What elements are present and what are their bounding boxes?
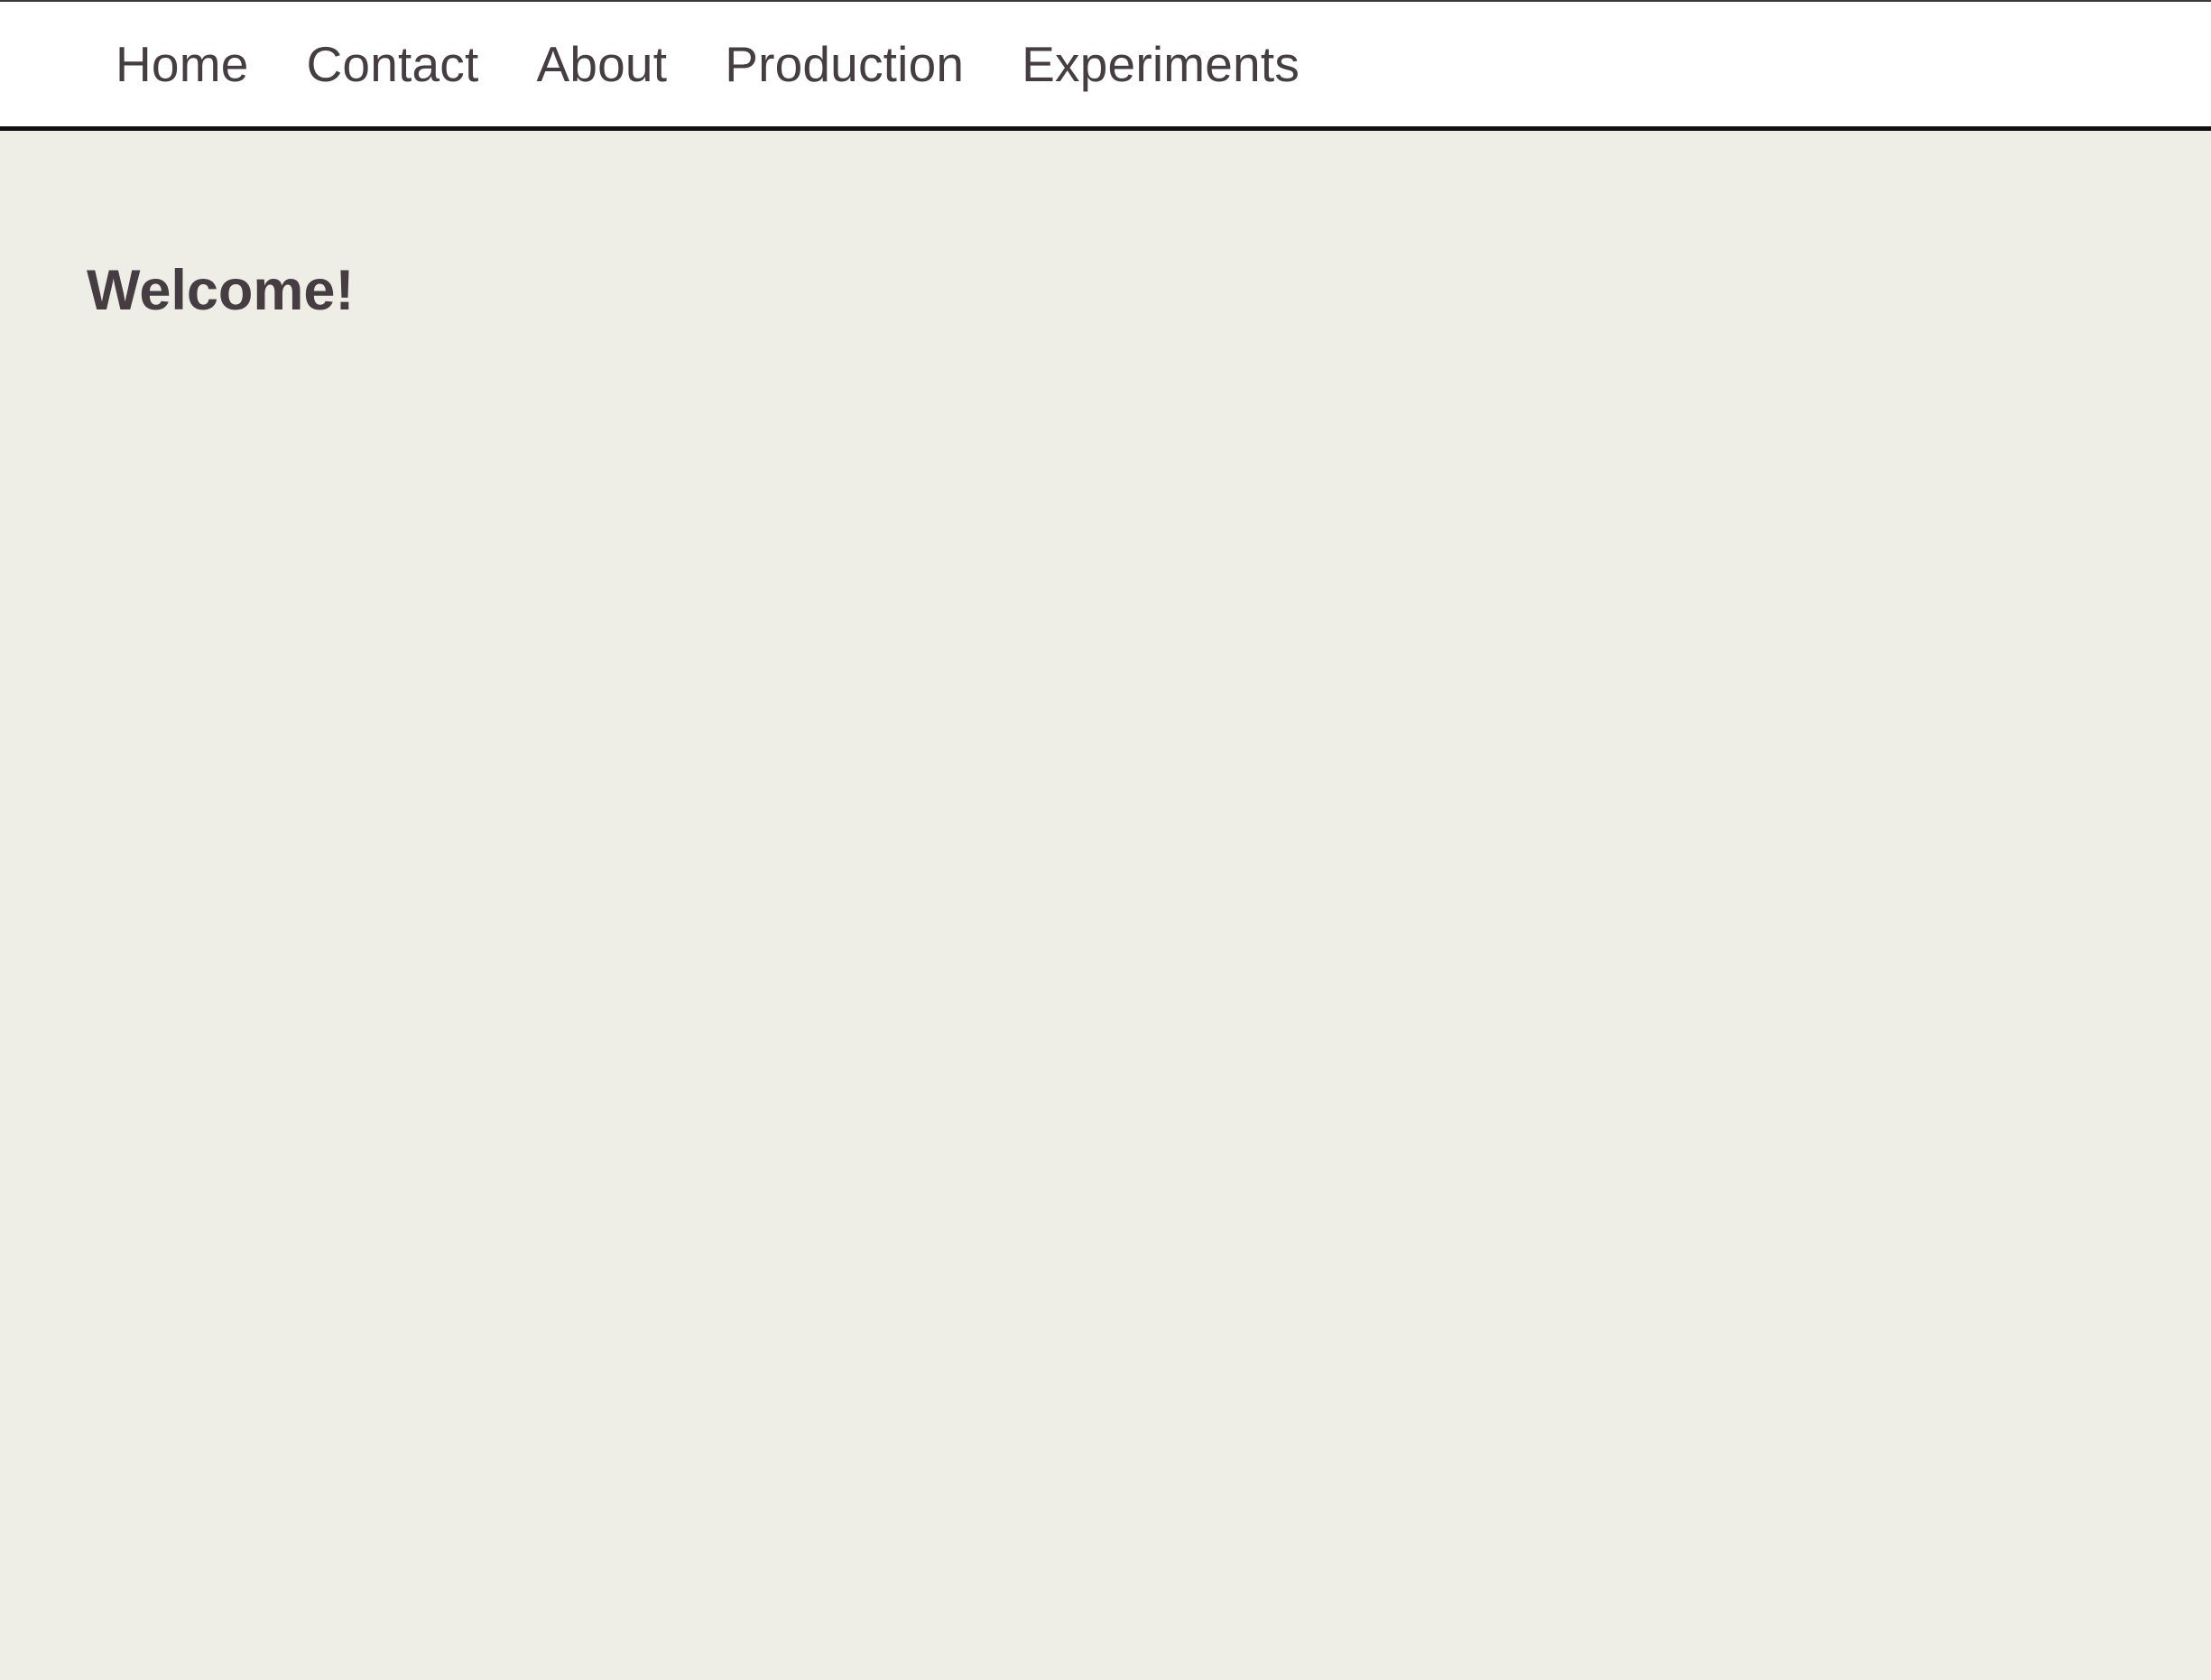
nav-link-contact[interactable]: Contact	[307, 39, 479, 89]
navbar: Home Contact About Production Experiment…	[0, 2, 2211, 131]
main-content: Welcome!	[0, 131, 2211, 1680]
nav-link-home[interactable]: Home	[116, 39, 249, 89]
page-title: Welcome!	[87, 259, 355, 322]
nav-link-about[interactable]: About	[536, 39, 667, 89]
nav-link-experiments[interactable]: Experiments	[1022, 39, 1300, 89]
nav-menu: Home Contact About Production Experiment…	[116, 2, 1357, 126]
nav-link-production[interactable]: Production	[725, 39, 964, 89]
